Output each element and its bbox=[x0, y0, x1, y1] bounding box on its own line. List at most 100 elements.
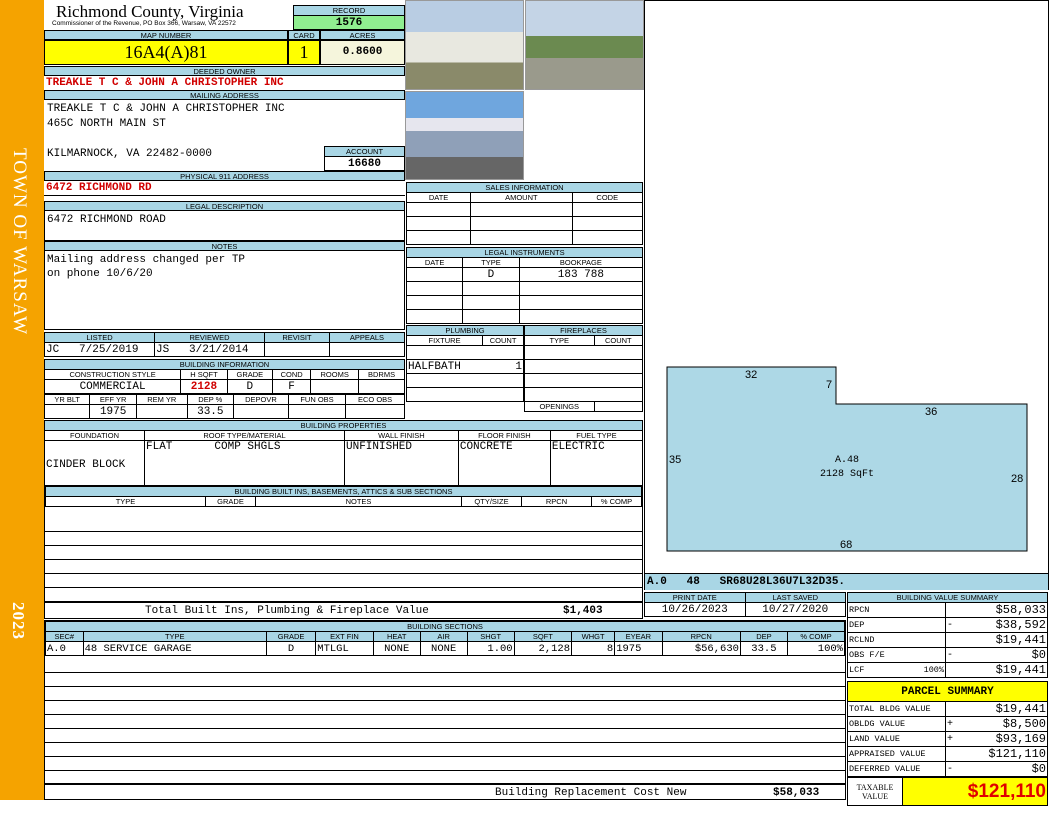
reviewed-label: REVIEWED bbox=[154, 332, 265, 343]
building-info-value bbox=[310, 379, 360, 394]
building-properties: BUILDING PROPERTIES FOUNDATION ROOF TYPE/… bbox=[44, 420, 644, 489]
building-information: BUILDING INFORMATION CONSTRUCTION STYLE H… bbox=[43, 359, 405, 419]
county-subtitle: Commissioner of the Revenue, PO Box 366,… bbox=[52, 20, 236, 27]
listed-reviewed: LISTED REVIEWED REVISIT APPEALS JC 7/25/201… bbox=[44, 332, 406, 357]
builtins-total-label: Total Built Ins, Plumbing & Fireplace Va… bbox=[145, 605, 429, 617]
summary-key: RPCN bbox=[847, 602, 946, 618]
building-info-label: BUILDING INFORMATION bbox=[44, 359, 405, 370]
mailing-line2: 465C NORTH MAIN ST bbox=[47, 118, 166, 130]
fuel-type: ELECTRIC bbox=[549, 440, 644, 489]
col-header: REM YR bbox=[135, 394, 188, 405]
col-count: COUNT bbox=[593, 335, 644, 346]
mailing-line1: TREAKLE T C & JOHN A CHRISTOPHER INC bbox=[47, 103, 285, 115]
col-type: TYPE bbox=[524, 335, 595, 346]
legal-description: 6472 RICHMOND ROAD bbox=[44, 210, 405, 241]
listed-label: LISTED bbox=[44, 332, 155, 343]
summary-key: APPRAISED VALUE bbox=[847, 746, 946, 762]
col-header: WHGT bbox=[571, 631, 616, 642]
section-cell: NONE bbox=[372, 641, 421, 656]
plumbing-label: PLUMBING bbox=[406, 325, 524, 336]
col-wall: WALL FINISH bbox=[344, 430, 459, 441]
property-photo-3[interactable] bbox=[405, 91, 524, 180]
summary-sign: - bbox=[945, 761, 960, 777]
col-rpcn: RPCN bbox=[521, 496, 592, 507]
summary-key: OBLDG VALUE bbox=[847, 716, 946, 732]
foundation-value: CINDER BLOCK bbox=[44, 440, 145, 489]
building-info-value: 1975 bbox=[89, 404, 137, 419]
mailing-line3: KILMARNOCK, VA 22482-0000 bbox=[47, 148, 213, 160]
divider bbox=[44, 195, 405, 196]
summary-value: $0 bbox=[959, 761, 1048, 777]
section-cell: 1975 bbox=[614, 641, 663, 656]
sketch-area[interactable]: 32 7 36 35 28 68 A.48 2128 SqFt A.0 48 S… bbox=[644, 0, 1049, 590]
col-header: ECO OBS bbox=[345, 394, 405, 405]
print-date: 10/26/2023 bbox=[644, 602, 746, 617]
building-sections: BUILDING SECTIONS SEC# TYPE GRADE EXT FIN HE… bbox=[44, 620, 846, 800]
summary-sign: + bbox=[945, 731, 960, 747]
listed-date: 7/25/2019 bbox=[79, 343, 139, 356]
summary-value: $58,033 bbox=[959, 602, 1048, 618]
area-sqft: 2128 SqFt bbox=[820, 469, 874, 480]
col-floor: FLOOR FINISH bbox=[457, 430, 551, 441]
plumbing-row: HALFBATH 1 bbox=[405, 359, 524, 374]
properties-label: BUILDING PROPERTIES bbox=[44, 420, 643, 431]
mailing-address-label: MAILING ADDRESS bbox=[44, 90, 405, 100]
side-band: TOWN OF WARSAW 2023 bbox=[0, 0, 44, 800]
roof-type: FLAT bbox=[146, 441, 173, 453]
building-value-summary: BUILDING VALUE SUMMARY RPCN $58,033 DEP - $38… bbox=[847, 592, 1048, 678]
section-cell: A.0 bbox=[45, 641, 84, 656]
fixture-count: 1 bbox=[482, 359, 524, 374]
section-cell: $56,630 bbox=[661, 641, 741, 656]
empty-row bbox=[45, 703, 845, 715]
built-ins: BUILDING BUILT INS, BASEMENTS, ATTICS & … bbox=[44, 485, 643, 619]
building-info-value: 2128 bbox=[180, 379, 228, 394]
empty-row bbox=[45, 759, 845, 771]
summary-sign bbox=[945, 662, 960, 678]
empty-row bbox=[45, 590, 642, 602]
property-photo-1[interactable] bbox=[405, 0, 524, 90]
summary-key: DEFERRED VALUE bbox=[847, 761, 946, 777]
physical-address: 6472 RICHMOND RD bbox=[46, 182, 152, 194]
summary-key: OBS F/E bbox=[847, 647, 946, 663]
summary-value: $8,500 bbox=[959, 716, 1048, 732]
summary-key: RCLND bbox=[847, 632, 946, 648]
dates: PRINT DATE LAST SAVED 10/26/2023 10/27/202… bbox=[644, 592, 846, 617]
instruments-label: LEGAL INSTRUMENTS bbox=[406, 247, 643, 258]
property-photo-2[interactable] bbox=[525, 0, 644, 90]
town-label: TOWN OF WARSAW bbox=[9, 148, 30, 336]
col-count: COUNT bbox=[482, 335, 524, 346]
reviewed-date: 3/21/2014 bbox=[189, 343, 249, 356]
acres-value: 0.8600 bbox=[320, 40, 405, 65]
account-value: 16680 bbox=[324, 156, 405, 171]
wall-finish: UNFINISHED bbox=[344, 440, 459, 489]
summary-sign: - bbox=[945, 617, 960, 633]
empty-row bbox=[45, 562, 642, 574]
col-bookpage: BOOKPAGE bbox=[518, 257, 644, 268]
builtins-label: BUILDING BUILT INS, BASEMENTS, ATTICS & … bbox=[45, 486, 642, 497]
sections-total-row: Building Replacement Cost New $58,033 bbox=[45, 783, 845, 799]
section-cell: NONE bbox=[419, 641, 468, 656]
col-type: TYPE bbox=[45, 496, 206, 507]
record-value: 1576 bbox=[293, 15, 405, 30]
col-code: CODE bbox=[571, 192, 644, 203]
summary-sign: - bbox=[945, 647, 960, 663]
summary-row: TOTAL BLDG VALUE $19,441 bbox=[847, 701, 1048, 717]
taxable-value: $121,110 bbox=[902, 777, 1048, 806]
summary-row: APPRAISED VALUE $121,110 bbox=[847, 746, 1048, 762]
col-notes: NOTES bbox=[255, 496, 462, 507]
empty-row bbox=[45, 548, 642, 560]
physical-address-label: PHYSICAL 911 ADDRESS bbox=[44, 171, 405, 181]
summary-sign bbox=[945, 746, 960, 762]
building-info-value bbox=[345, 404, 405, 419]
taxable-label: TAXABLE VALUE bbox=[847, 777, 903, 806]
dim-label: 35 bbox=[669, 454, 681, 466]
revisit-label: REVISIT bbox=[264, 332, 330, 343]
card-number: 1 bbox=[288, 40, 320, 65]
col-header: YR BLT bbox=[43, 394, 91, 405]
summary-value: $19,441 bbox=[959, 662, 1048, 678]
col-header: DEP % bbox=[186, 394, 235, 405]
building-info-value: 33.5 bbox=[186, 404, 235, 419]
col-fixture: FIXTURE bbox=[405, 335, 484, 346]
col-header: GRADE bbox=[226, 369, 273, 380]
col-header: DEP bbox=[739, 631, 788, 642]
